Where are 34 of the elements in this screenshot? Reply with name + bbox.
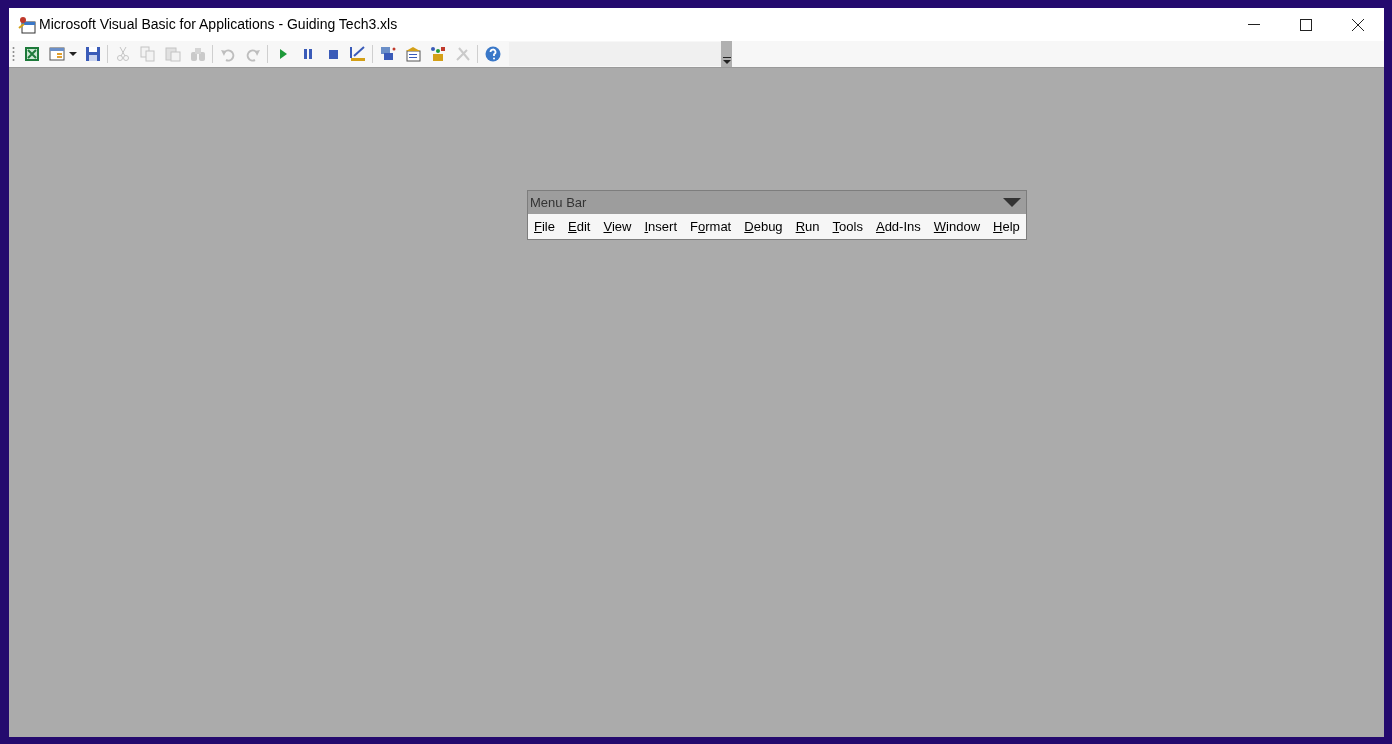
save-icon: [84, 46, 101, 62]
project-explorer-icon: [379, 46, 396, 62]
copy-icon: [139, 46, 156, 62]
help-icon: [484, 46, 501, 62]
menu-item[interactable]: View: [603, 216, 632, 237]
menu-item[interactable]: File: [534, 216, 555, 237]
object-browser-icon: [429, 46, 446, 62]
menu-item[interactable]: Add-Ins: [875, 216, 921, 237]
clipboard-icon: [164, 46, 181, 62]
window-title: Microsoft Visual Basic for Applications - Guiding Tech3.xls: [39, 15, 398, 34]
scissors-icon: [114, 46, 131, 62]
menu-item[interactable]: Insert: [644, 216, 677, 237]
toolbar-options-button[interactable]: [721, 41, 732, 67]
binoculars-icon: [189, 46, 206, 62]
design-mode-icon: [349, 46, 366, 62]
caret-icon: [722, 57, 731, 64]
menu-item[interactable]: Edit: [568, 216, 591, 237]
dropdown-arrow-icon[interactable]: [1003, 198, 1021, 207]
menu-item[interactable]: Help: [993, 216, 1020, 237]
properties-icon: [404, 46, 421, 62]
app-icon: [18, 15, 36, 34]
toolbar-grip-icon[interactable]: [12, 46, 15, 62]
maximize-icon: [1300, 18, 1312, 31]
menu-item[interactable]: Tools: [832, 216, 863, 237]
form-icon: [48, 46, 65, 62]
menu-item[interactable]: Format: [690, 216, 732, 237]
excel-icon: [23, 46, 40, 62]
minimize-icon: [1248, 23, 1260, 26]
caret-icon[interactable]: [69, 52, 77, 56]
menu-bar-title: Menu Bar: [530, 193, 587, 212]
menu-item[interactable]: Window: [933, 216, 981, 237]
close-icon: [1352, 18, 1364, 31]
menu-item[interactable]: Run: [795, 216, 820, 237]
menu-item[interactable]: Debug: [744, 216, 783, 237]
